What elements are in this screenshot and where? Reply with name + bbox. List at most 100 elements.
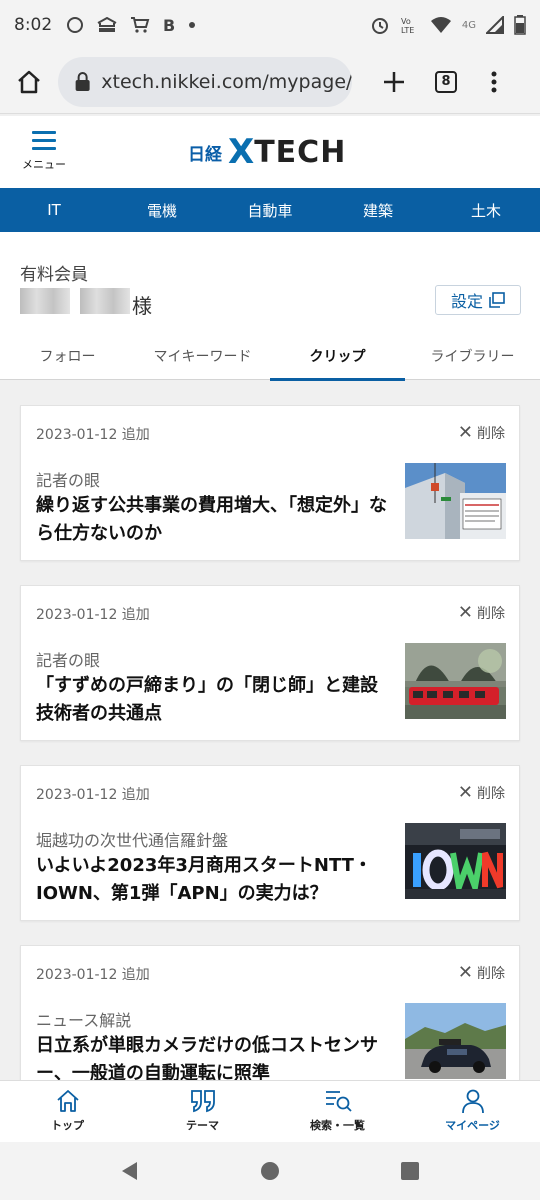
tab-follow[interactable]: フォロー xyxy=(0,332,135,380)
system-navigation-bar xyxy=(0,1142,540,1200)
cart-icon xyxy=(131,17,150,33)
notification-icons: B xyxy=(66,16,196,34)
tab-clips[interactable]: クリップ xyxy=(270,332,405,381)
delete-label: 削除 xyxy=(477,786,505,802)
member-info: 有料会員 様 設定 xyxy=(0,232,540,332)
sync-icon xyxy=(67,17,84,33)
clip-thumbnail[interactable] xyxy=(405,1003,506,1079)
tab-library[interactable]: ライブラリー xyxy=(405,332,540,380)
signal-icon xyxy=(486,16,504,34)
logo-nikkei: 日経 xyxy=(188,144,222,165)
back-icon[interactable] xyxy=(119,1160,141,1182)
clip-card[interactable]: 2023-01-12 追加 ✕ 削除 記者の眼 繰り返す公共事業の費用増大、「想… xyxy=(20,405,520,561)
clip-card[interactable]: 2023-01-12 追加 ✕ 削除 記者の眼 「すずめの戸締まり」の「閉じ師」… xyxy=(20,585,520,741)
category-it[interactable]: IT xyxy=(0,188,108,232)
browser-menu-button[interactable] xyxy=(472,56,516,108)
autonomous-car-image xyxy=(405,1003,506,1079)
bottom-nav-theme[interactable]: テーマ xyxy=(135,1081,270,1142)
bottom-nav-search[interactable]: 検索・一覧 xyxy=(270,1081,405,1142)
close-icon: ✕ xyxy=(457,782,473,803)
tab-my-keywords[interactable]: マイキーワード xyxy=(135,332,270,380)
delete-button[interactable]: ✕ 削除 xyxy=(458,603,505,623)
category-architecture[interactable]: 建築 xyxy=(324,188,432,232)
network-type-label: 4G xyxy=(461,19,476,31)
clip-category: 記者の眼 xyxy=(36,471,101,490)
iown-sign-image xyxy=(405,823,506,899)
svg-text:B: B xyxy=(163,16,175,34)
wifi-icon xyxy=(430,17,451,33)
clip-category: ニュース解説 xyxy=(36,1011,132,1030)
close-icon: ✕ xyxy=(457,962,473,983)
delete-label: 削除 xyxy=(477,966,505,982)
settings-label: 設定 xyxy=(450,292,483,311)
recents-icon[interactable] xyxy=(399,1160,421,1182)
system-icons: Vo LTE 4G xyxy=(370,15,526,35)
more-vertical-icon xyxy=(491,71,497,92)
menu-button[interactable]: メニュー xyxy=(18,130,70,184)
settings-button[interactable]: 設定 xyxy=(435,285,521,315)
clip-thumbnail[interactable] xyxy=(405,643,506,719)
blurred-username xyxy=(20,288,130,314)
bottom-nav-search-label: 検索・一覧 xyxy=(310,1119,365,1132)
screen: 8:02 B Vo LTE 4G xtech.nikkei.com/mypage/… xyxy=(0,0,540,1200)
volte-icon: VoLTE xyxy=(401,17,414,35)
logo-tech: TECH xyxy=(254,134,347,170)
bottom-nav: トップ テーマ 検索・一覧 マイページ xyxy=(0,1080,540,1142)
name-suffix: 様 xyxy=(132,294,152,318)
clip-title[interactable]: いよいよ2023年3月商用スタートNTT・IOWN、第1弾「APN」の実力は？ xyxy=(36,852,391,908)
close-icon: ✕ xyxy=(457,422,473,443)
hamburger-icon xyxy=(32,130,56,150)
clip-category: 堀越功の次世代通信羅針盤 xyxy=(36,831,229,850)
clip-date: 2023-01-12 追加 xyxy=(36,427,150,443)
clip-date: 2023-01-12 追加 xyxy=(36,607,150,623)
bottom-nav-mypage-label: マイページ xyxy=(445,1119,500,1132)
address-bar[interactable]: xtech.nikkei.com/mypage/c xyxy=(58,56,352,107)
search-list-icon xyxy=(325,1091,352,1112)
clip-card[interactable]: 2023-01-12 追加 ✕ 削除 堀越功の次世代通信羅針盤 いよいよ2023… xyxy=(20,765,520,921)
bottom-nav-top[interactable]: トップ xyxy=(0,1081,135,1142)
mypage-tabs: フォロー マイキーワード クリップ ライブラリー xyxy=(0,332,540,381)
new-tab-button[interactable] xyxy=(368,56,420,108)
close-icon: ✕ xyxy=(457,602,473,623)
member-tier: 有料会員 xyxy=(20,265,88,285)
clip-list: 2023-01-12 追加 ✕ 削除 記者の眼 繰り返す公共事業の費用増大、「想… xyxy=(0,380,540,1080)
clip-date: 2023-01-12 追加 xyxy=(36,787,150,803)
clip-title[interactable]: 日立系が単眼カメラだけの低コストセンサー、一般道の自動運転に照準 xyxy=(36,1032,391,1080)
user-icon xyxy=(461,1089,484,1114)
delete-button[interactable]: ✕ 削除 xyxy=(458,423,505,443)
menu-label: メニュー xyxy=(22,158,66,171)
category-electronics[interactable]: 電機 xyxy=(108,188,216,232)
tab-switcher-button[interactable]: 8 xyxy=(420,56,472,108)
home-circle-icon[interactable] xyxy=(259,1160,281,1182)
delete-button[interactable]: ✕ 削除 xyxy=(458,783,505,803)
construction-site-image xyxy=(405,463,506,539)
home-icon xyxy=(18,70,40,93)
clip-thumbnail[interactable] xyxy=(405,463,506,539)
home-button[interactable] xyxy=(0,50,58,114)
battery-icon xyxy=(514,15,526,35)
kura-icon xyxy=(97,17,117,32)
status-time: 8:02 xyxy=(14,15,53,35)
logo-x: X xyxy=(228,132,255,172)
alarm-icon xyxy=(371,18,388,34)
clip-thumbnail[interactable] xyxy=(405,823,506,899)
category-civil-engineering[interactable]: 土木 xyxy=(432,188,540,232)
site-logo[interactable]: 日経 X TECH xyxy=(188,132,346,172)
delete-label: 削除 xyxy=(477,606,505,622)
svg-text:LTE: LTE xyxy=(401,26,414,35)
delete-label: 削除 xyxy=(477,426,505,442)
lock-icon xyxy=(75,71,90,91)
site-header: メニュー 日経 X TECH xyxy=(0,116,540,188)
browser-toolbar: xtech.nikkei.com/mypage/c 8 xyxy=(0,50,540,114)
clip-card[interactable]: 2023-01-12 追加 ✕ 削除 ニュース解説 日立系が単眼カメラだけの低コ… xyxy=(20,945,520,1080)
clip-title[interactable]: 「すずめの戸締まり」の「閉じ師」と建設技術者の共通点 xyxy=(36,672,391,728)
delete-button[interactable]: ✕ 削除 xyxy=(458,963,505,983)
clip-date: 2023-01-12 追加 xyxy=(36,967,150,983)
clip-title[interactable]: 繰り返す公共事業の費用増大、「想定外」なら仕方ないのか xyxy=(36,492,391,548)
train-bridge-image xyxy=(405,643,506,719)
svg-text:Vo: Vo xyxy=(401,17,411,26)
external-window-icon xyxy=(489,292,505,308)
category-automotive[interactable]: 自動車 xyxy=(216,188,324,232)
bottom-nav-mypage[interactable]: マイページ xyxy=(405,1081,540,1142)
b-icon: B xyxy=(163,16,175,34)
